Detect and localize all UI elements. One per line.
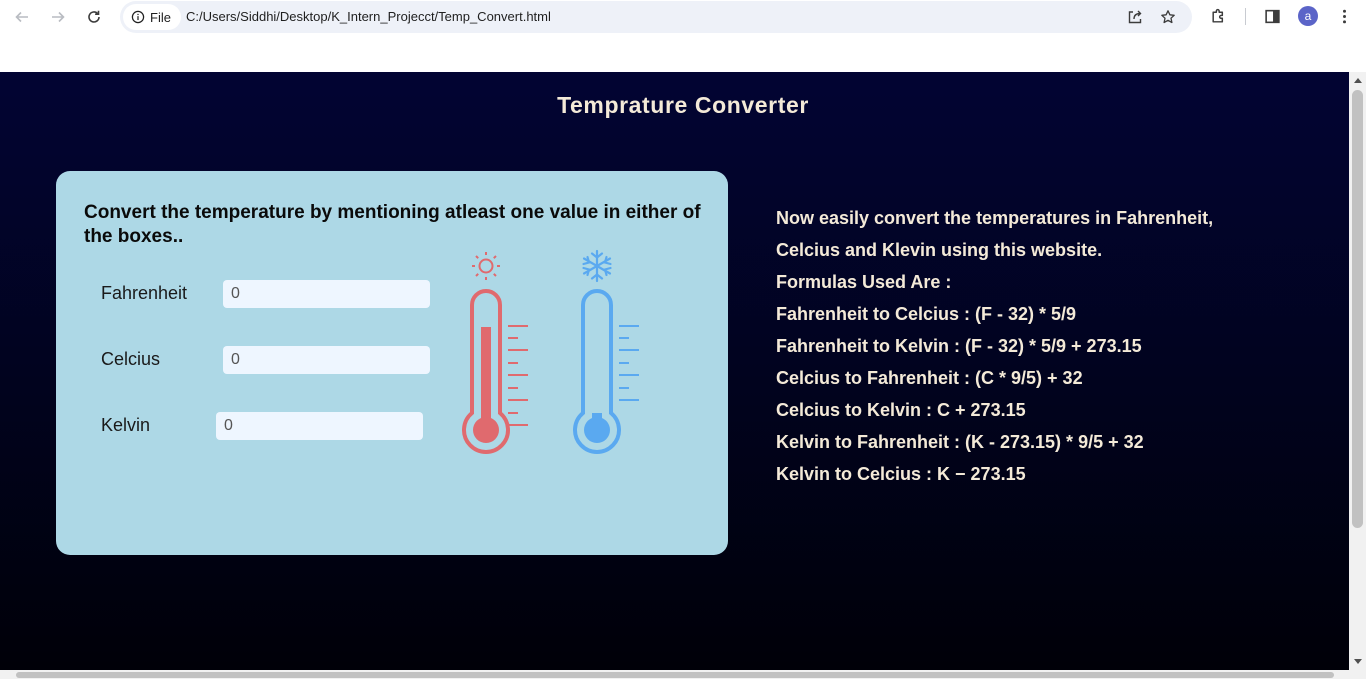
kelvin-input[interactable] [216,412,423,440]
star-icon [1161,10,1175,24]
celcius-label: Celcius [101,349,161,369]
formula-line: Kelvin to Fahrenheit : (K - 273.15) * 9/… [776,432,1144,452]
thermometer-illustration [462,249,639,454]
extensions-button[interactable] [1207,5,1229,27]
address-bar[interactable]: File C:/Users/Siddhi/Desktop/K_Intern_Pr… [120,1,1192,33]
reload-icon [88,10,100,23]
formula-line: Celcius to Fahrenheit : (C * 9/5) + 32 [776,368,1083,388]
forward-button[interactable] [45,4,71,30]
formula-line: Kelvin to Celcius : K − 273.15 [776,464,1026,484]
vertical-scroll-thumb[interactable] [1352,90,1363,528]
reload-button[interactable] [81,4,107,30]
share-icon [1128,10,1142,24]
info-line: Now easily convert the temperatures in F… [776,208,1214,228]
side-panel-icon [1264,9,1280,23]
scroll-down-icon[interactable] [1354,659,1362,664]
formula-line: Fahrenheit to Celcius : (F - 32) * 5/9 [776,304,1077,324]
fahrenheit-label: Fahrenheit [101,283,188,303]
browser-toolbar: File C:/Users/Siddhi/Desktop/K_Intern_Pr… [0,0,1366,34]
formula-line: Celcius to Kelvin : C + 273.15 [776,400,1026,420]
formula-info: Now easily convert the temperatures in F… [776,202,1336,490]
profile-avatar[interactable]: a [1298,6,1318,26]
page-viewport: Temprature Converter Convert the tempera… [0,72,1349,670]
info-line: Formulas Used Are : [776,272,952,292]
toolbar-divider [1245,8,1246,25]
menu-button[interactable] [1333,5,1355,27]
horizontal-scroll-thumb[interactable] [16,672,1334,678]
converter-heading: Convert the temperature by mentioning at… [84,202,701,247]
fahrenheit-input[interactable] [223,280,430,308]
cold-thermometer-icon [573,249,639,454]
arrow-right-icon [52,11,65,23]
vertical-scrollbar[interactable] [1349,72,1366,670]
hot-thermometer-icon [462,252,528,454]
info-line: Celcius and Klevin using this website. [776,240,1103,260]
url-text[interactable]: C:/Users/Siddhi/Desktop/K_Intern_Projecc… [186,9,551,24]
arrow-left-icon [15,11,28,23]
scroll-up-icon[interactable] [1354,78,1362,83]
info-icon [131,10,145,24]
site-info-label: File [150,9,171,25]
sun-icon [472,252,500,280]
page-title: Temprature Converter [557,92,809,118]
celcius-input[interactable] [223,346,430,374]
snowflake-icon [582,249,612,283]
side-panel-button[interactable] [1261,5,1283,27]
kelvin-label: Kelvin [101,415,151,435]
site-info-chip[interactable]: File [123,4,181,30]
horizontal-scrollbar[interactable] [0,670,1366,679]
puzzle-icon [1211,8,1223,23]
more-vertical-icon [1342,9,1346,23]
bookmark-button[interactable] [1158,7,1178,27]
share-button[interactable] [1125,7,1145,27]
converter-card: Convert the temperature by mentioning at… [56,171,728,555]
back-button[interactable] [9,4,35,30]
formula-line: Fahrenheit to Kelvin : (F - 32) * 5/9 + … [776,336,1142,356]
